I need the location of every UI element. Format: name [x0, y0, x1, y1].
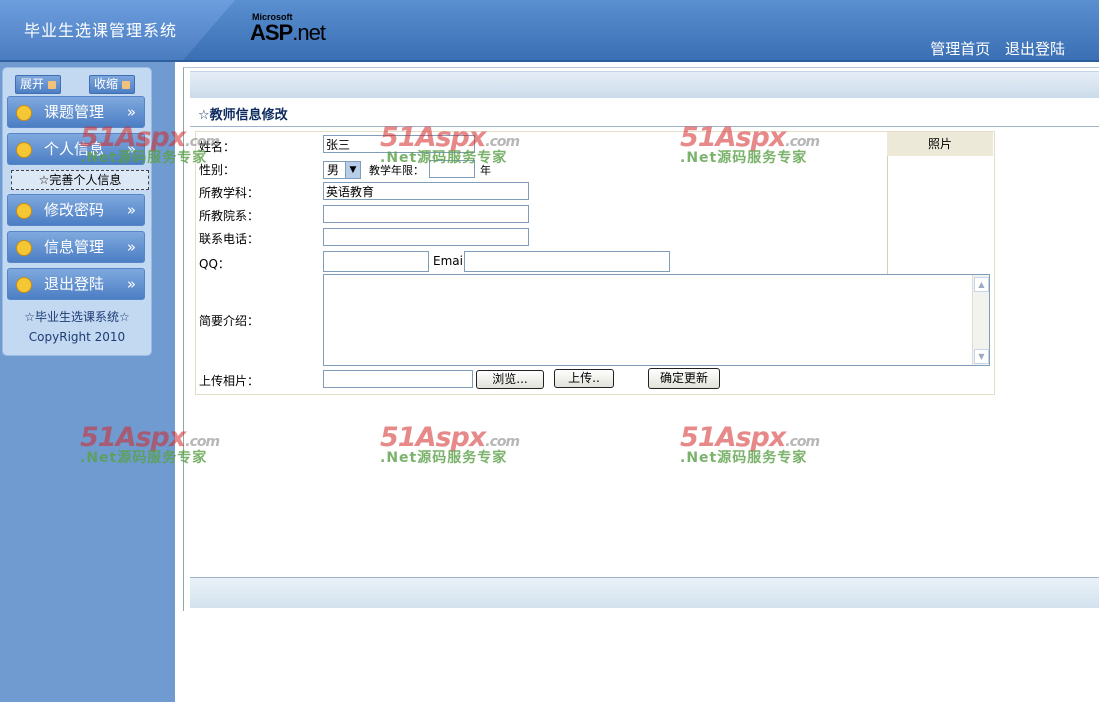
menu-item-logout[interactable]: 退出登陆 » [7, 268, 145, 300]
name-field[interactable]: 张三 [323, 135, 475, 153]
smiley-icon [16, 203, 32, 219]
browse-button[interactable]: 浏览... [476, 370, 544, 389]
content-top-bar [190, 71, 1099, 98]
qq-field[interactable] [323, 251, 429, 272]
scroll-down-icon[interactable]: ▼ [974, 349, 989, 364]
intro-label: 简要介绍： [199, 314, 260, 328]
menu-item-label: 课题管理 [44, 103, 105, 121]
content-bottom-bar [190, 577, 1099, 608]
smiley-icon [16, 105, 32, 121]
sub-item-complete-profile[interactable]: ☆完善个人信息 [11, 170, 149, 190]
department-label: 所教院系： [199, 209, 260, 223]
menu-panel: 展开 收缩 课题管理 » 个人信息 » ☆完善个人信息 修改密码 » 信息管理 … [2, 67, 152, 356]
plus-icon [48, 80, 57, 89]
gender-label: 性别： [199, 163, 236, 177]
smiley-icon [16, 142, 32, 158]
department-field[interactable] [323, 205, 529, 223]
logo-asp: ASP [250, 20, 293, 45]
chevron-down-icon: ▼ [345, 162, 360, 178]
gender-value: 男 [327, 163, 340, 177]
collapse-button[interactable]: 收缩 [89, 75, 136, 94]
admin-home-link[interactable]: 管理首页 [930, 40, 990, 58]
teach-years-field[interactable] [429, 160, 475, 178]
menu-item-label: 个人信息 [44, 140, 105, 158]
upload-button[interactable]: 上传.. [554, 369, 614, 388]
menu-item-label: 退出登陆 [44, 275, 105, 293]
upload-file-path[interactable] [323, 370, 473, 388]
teach-years-unit: 年 [480, 164, 491, 177]
expand-button[interactable]: 展开 [15, 75, 62, 94]
section-title: ☆教师信息修改 [198, 108, 288, 123]
name-label: 姓名： [199, 140, 236, 154]
copyright-text: CopyRight 2010 [28, 330, 126, 344]
smiley-icon [16, 240, 32, 256]
upload-label: 上传相片： [199, 374, 260, 388]
smiley-icon [16, 277, 32, 293]
teacher-info-form: 姓名： 张三 性别： 男 ▼ 教学年限： 年 所教学科： 英语教育 所教院系： … [195, 131, 995, 395]
subject-label: 所教学科： [199, 186, 260, 200]
subject-field[interactable]: 英语教育 [323, 182, 529, 200]
menu-item-label: 信息管理 [44, 238, 105, 256]
chevron-double-right-icon: » [126, 201, 136, 219]
left-sidebar: 展开 收缩 课题管理 » 个人信息 » ☆完善个人信息 修改密码 » 信息管理 … [0, 62, 175, 702]
phone-field[interactable] [323, 228, 529, 246]
intro-textarea[interactable]: ▲ ▼ [323, 274, 990, 366]
email-field[interactable] [464, 251, 670, 272]
menu-item-topic-management[interactable]: 课题管理 » [7, 96, 145, 128]
menu-item-info-management[interactable]: 信息管理 » [7, 231, 145, 263]
phone-label: 联系电话： [199, 232, 260, 246]
chevron-double-right-icon: » [126, 140, 136, 158]
chevron-double-right-icon: » [126, 103, 136, 121]
expand-label: 展开 [20, 77, 45, 91]
aspnet-logo: Microsoft ASP.net [250, 12, 360, 48]
logo-asp-text: ASP.net [250, 20, 326, 46]
section-header: ☆教师信息修改 [190, 98, 1099, 127]
menu-item-change-password[interactable]: 修改密码 » [7, 194, 145, 226]
photo-header: 照片 [887, 132, 993, 157]
scroll-up-icon[interactable]: ▲ [974, 277, 989, 292]
top-header: 毕业生选课管理系统 Microsoft ASP.net 管理首页 退出登陆 [0, 0, 1099, 62]
top-links: 管理首页 退出登陆 [920, 38, 1065, 59]
logout-link[interactable]: 退出登陆 [1005, 40, 1065, 58]
menu-item-label: 修改密码 [44, 201, 105, 219]
sidebar-footer-title: ☆毕业生选课系统☆ [24, 310, 130, 324]
collapse-label: 收缩 [94, 77, 119, 91]
minus-icon [122, 80, 131, 89]
photo-preview [887, 156, 994, 274]
qq-label: QQ： [199, 257, 230, 271]
logo-net: .net [292, 20, 326, 45]
submit-update-button[interactable]: 确定更新 [648, 368, 720, 389]
system-title: 毕业生选课管理系统 [24, 21, 178, 40]
teach-years-label: 教学年限： [369, 164, 424, 177]
gender-select[interactable]: 男 ▼ [323, 161, 361, 179]
chevron-double-right-icon: » [126, 238, 136, 256]
textarea-scrollbar[interactable]: ▲ ▼ [972, 275, 989, 365]
chevron-double-right-icon: » [126, 275, 136, 293]
menu-item-personal-info[interactable]: 个人信息 » [7, 133, 145, 165]
